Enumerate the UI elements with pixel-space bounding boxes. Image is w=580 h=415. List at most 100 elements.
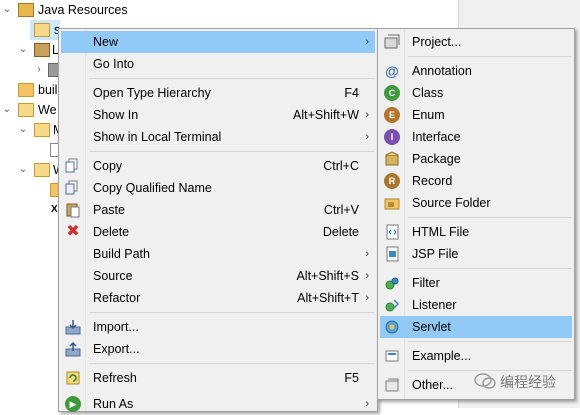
folder-open-icon bbox=[18, 103, 34, 117]
tree-item-web-xml[interactable]: X bbox=[0, 200, 60, 220]
menu-item-label: Class bbox=[412, 86, 444, 100]
menu-item-go-into[interactable]: Go Into bbox=[61, 53, 375, 75]
xml-file-icon: X bbox=[51, 204, 58, 215]
other-wizard-icon bbox=[384, 377, 400, 393]
menu-item-label: Delete bbox=[93, 225, 130, 239]
menu-item-shortcut: Alt+Shift+W bbox=[293, 108, 359, 122]
submenu-item-jsp-file[interactable]: JSP File bbox=[380, 243, 572, 265]
menu-item-delete[interactable]: ✖ Delete Delete bbox=[61, 221, 375, 243]
tree-item-library-child[interactable]: › bbox=[0, 60, 64, 80]
menu-separator bbox=[408, 268, 572, 269]
menu-item-shortcut: Delete bbox=[322, 225, 359, 239]
menu-item-label: Package bbox=[412, 152, 461, 166]
menu-item-new[interactable]: New › bbox=[61, 31, 375, 53]
submenu-arrow-icon: › bbox=[365, 131, 369, 143]
menu-item-show-in[interactable]: Show In Alt+Shift+W › bbox=[61, 104, 375, 126]
folder-open-icon bbox=[34, 163, 50, 177]
menu-item-label: Show In bbox=[93, 108, 139, 122]
menu-item-refactor[interactable]: Refactor Alt+Shift+T › bbox=[61, 287, 375, 309]
menu-item-shortcut: F4 bbox=[344, 86, 359, 100]
library-icon bbox=[34, 43, 50, 57]
menu-item-shortcut: Ctrl+C bbox=[323, 159, 359, 173]
submenu-item-class[interactable]: C Class bbox=[380, 82, 572, 104]
menu-item-import[interactable]: Import... bbox=[61, 316, 375, 338]
run-icon: ▶ bbox=[65, 396, 81, 412]
menu-separator bbox=[408, 217, 572, 218]
menu-item-label: Run As bbox=[93, 397, 134, 411]
menu-item-label: Show in Local Terminal bbox=[93, 130, 222, 144]
watermark-text: 编程经验 bbox=[500, 374, 556, 390]
export-icon bbox=[65, 341, 81, 357]
menu-item-label: Paste bbox=[93, 203, 125, 217]
menu-item-show-in-local-terminal[interactable]: Show in Local Terminal › bbox=[61, 126, 375, 148]
submenu-item-annotation[interactable]: @ Annotation bbox=[380, 60, 572, 82]
menu-separator bbox=[408, 56, 572, 57]
submenu-item-html-file[interactable]: HTML File bbox=[380, 221, 572, 243]
submenu-arrow-icon: › bbox=[365, 109, 369, 121]
menu-item-export[interactable]: Export... bbox=[61, 338, 375, 360]
chevron-down-icon[interactable]: ⌄ bbox=[2, 0, 12, 20]
menu-item-open-type-hierarchy[interactable]: Open Type Hierarchy F4 bbox=[61, 82, 375, 104]
menu-item-copy-qualified-name[interactable]: Copy Qualified Name bbox=[61, 177, 375, 199]
chevron-right-icon[interactable]: › bbox=[34, 60, 44, 80]
tree-item-java-resources[interactable]: ⌄ Java Resources bbox=[0, 0, 200, 20]
tree-item-libraries[interactable]: ⌄ L bbox=[0, 40, 60, 60]
submenu-item-servlet[interactable]: Servlet bbox=[380, 316, 572, 338]
submenu-arrow-icon: › bbox=[365, 36, 369, 48]
tree-item-meta-inf[interactable]: ⌄ M bbox=[0, 120, 63, 140]
tree-item-src[interactable]: s bbox=[30, 20, 60, 40]
menu-separator bbox=[89, 78, 375, 79]
menu-item-shortcut: Alt+Shift+T bbox=[297, 291, 359, 305]
menu-item-label: HTML File bbox=[412, 225, 470, 239]
submenu-item-enum[interactable]: E Enum bbox=[380, 104, 572, 126]
menu-item-label: Refactor bbox=[93, 291, 141, 305]
menu-item-source[interactable]: Source Alt+Shift+S › bbox=[61, 265, 375, 287]
submenu-item-record[interactable]: R Record bbox=[380, 170, 572, 192]
menu-item-paste[interactable]: Paste Ctrl+V bbox=[61, 199, 375, 221]
interface-icon: I bbox=[384, 129, 400, 145]
submenu-item-package[interactable]: Package bbox=[380, 148, 572, 170]
tree-item-label: Java Resources bbox=[38, 3, 128, 17]
tree-item-lib[interactable] bbox=[0, 180, 66, 200]
menu-item-shortcut: F5 bbox=[344, 371, 359, 385]
menu-item-label: New bbox=[93, 35, 119, 49]
menu-separator bbox=[89, 151, 375, 152]
folder-open-icon bbox=[34, 123, 50, 137]
menu-item-label: Import... bbox=[93, 320, 139, 334]
submenu-item-filter[interactable]: Filter bbox=[380, 272, 572, 294]
menu-item-run-as[interactable]: ▶ Run As › bbox=[61, 393, 375, 415]
menu-item-copy[interactable]: Copy Ctrl+C bbox=[61, 155, 375, 177]
chevron-down-icon[interactable]: ⌄ bbox=[18, 120, 28, 140]
menu-item-label: Interface bbox=[412, 130, 461, 144]
menu-item-label: Annotation bbox=[412, 64, 472, 78]
delete-icon: ✖ bbox=[66, 223, 80, 240]
menu-item-label: Source bbox=[93, 269, 133, 283]
submenu-item-listener[interactable]: Listener bbox=[380, 294, 572, 316]
chevron-down-icon[interactable]: ⌄ bbox=[2, 100, 12, 120]
chevron-down-icon[interactable]: ⌄ bbox=[18, 40, 28, 60]
project-icon bbox=[384, 34, 400, 50]
submenu-item-project[interactable]: Project... bbox=[380, 31, 572, 53]
html-file-icon bbox=[384, 224, 400, 240]
menu-item-label: Example... bbox=[412, 349, 472, 363]
class-icon: C bbox=[384, 85, 400, 101]
menu-separator bbox=[89, 363, 375, 364]
chevron-down-icon[interactable]: ⌄ bbox=[18, 160, 28, 180]
submenu-arrow-icon: › bbox=[365, 398, 369, 410]
menu-item-refresh[interactable]: Refresh F5 bbox=[61, 367, 375, 389]
menu-item-label: Project... bbox=[412, 35, 462, 49]
menu-item-build-path[interactable]: Build Path › bbox=[61, 243, 375, 265]
submenu-arrow-icon: › bbox=[365, 292, 369, 304]
tree-item-webcontent[interactable]: ⌄ We bbox=[0, 100, 60, 120]
menu-separator bbox=[89, 312, 375, 313]
copy-qualified-name-icon bbox=[65, 180, 81, 196]
menu-item-label: Copy Qualified Name bbox=[93, 181, 212, 195]
submenu-item-source-folder[interactable]: Source Folder bbox=[380, 192, 572, 214]
tree-item-manifest[interactable] bbox=[0, 140, 62, 160]
submenu-item-example[interactable]: Example... bbox=[380, 345, 572, 367]
tree-item-label: buil bbox=[38, 83, 58, 97]
jsp-file-icon bbox=[384, 246, 400, 262]
tree-item-web-inf[interactable]: ⌄ W bbox=[0, 160, 65, 180]
submenu-item-interface[interactable]: I Interface bbox=[380, 126, 572, 148]
tree-item-build[interactable]: buil bbox=[0, 80, 60, 100]
